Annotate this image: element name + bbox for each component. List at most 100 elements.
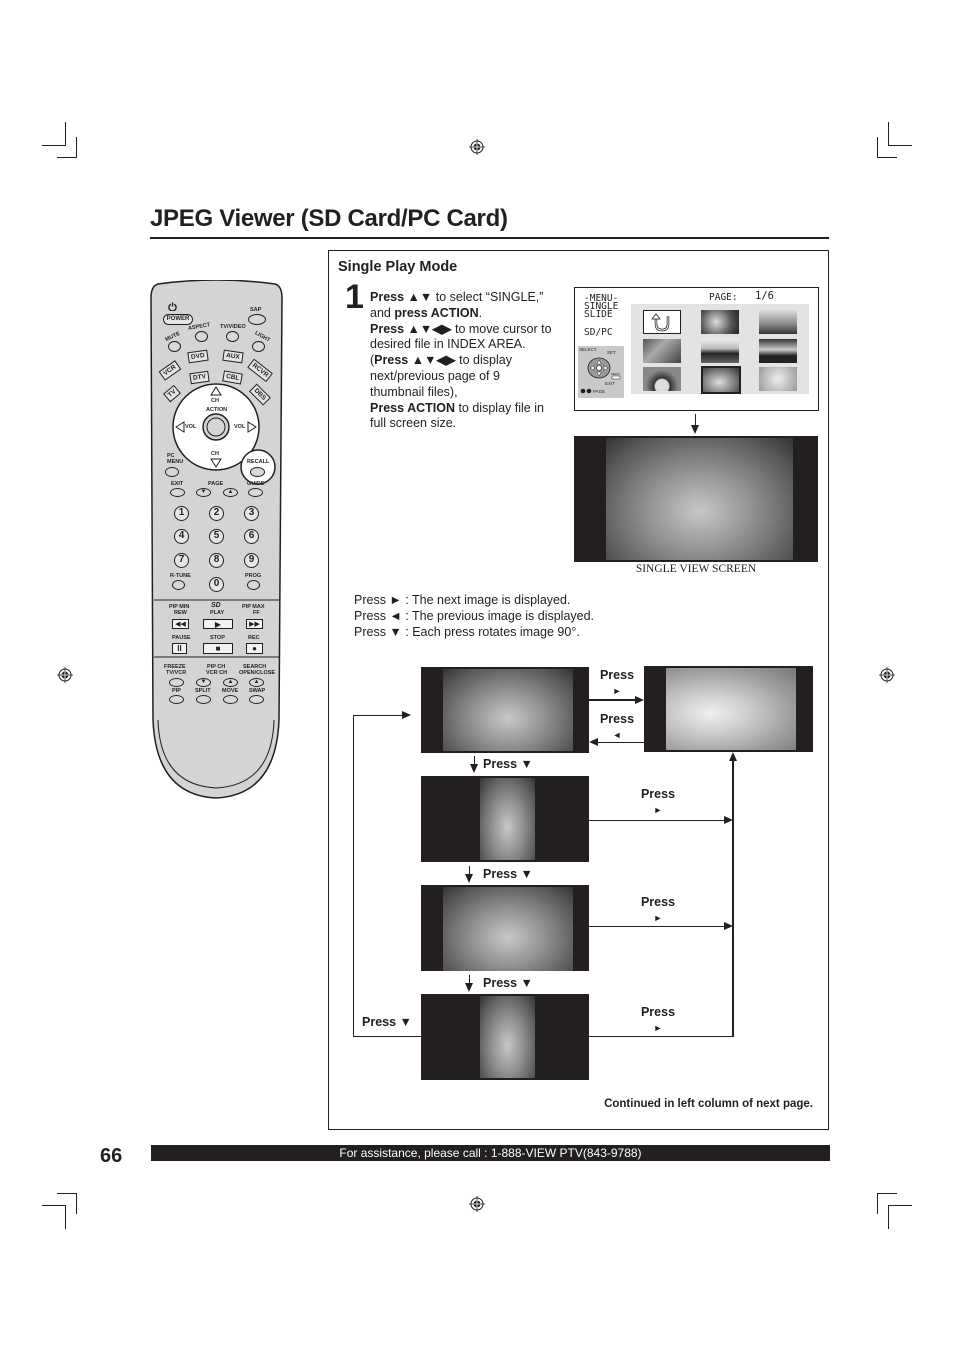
page-down-button[interactable]: ▼ bbox=[196, 488, 211, 497]
ff-button[interactable]: ▶▶ bbox=[246, 619, 263, 629]
legend-row: Press ◄ : The previous image is displaye… bbox=[354, 608, 594, 624]
guide-button[interactable] bbox=[248, 488, 263, 497]
sap-label: SAP bbox=[250, 307, 262, 313]
recall-button[interactable] bbox=[250, 467, 265, 477]
frame-rotation-0 bbox=[421, 667, 589, 753]
rec-button[interactable]: ● bbox=[246, 643, 263, 654]
move-button[interactable] bbox=[223, 695, 238, 704]
pad-select-label: SELECT bbox=[579, 347, 597, 352]
split-button[interactable] bbox=[196, 695, 211, 704]
rew-label: REW bbox=[174, 610, 187, 616]
thumbnail-back-folder[interactable] bbox=[643, 310, 681, 334]
exit-button[interactable] bbox=[170, 488, 185, 497]
page-number: 66 bbox=[100, 1145, 123, 1167]
thumbnail-sea-clouds[interactable] bbox=[759, 310, 797, 334]
single-view-caption: SINGLE VIEW SCREEN bbox=[635, 563, 757, 575]
legend-desc: : Each press rotates image 90°. bbox=[401, 625, 580, 639]
crop-mark-bottom-left-outer bbox=[57, 1193, 77, 1214]
power-symbol-icon bbox=[168, 302, 177, 311]
move-label: MOVE bbox=[222, 688, 239, 694]
digit-button-5[interactable]: 5 bbox=[209, 529, 224, 544]
wine-photo bbox=[666, 668, 796, 750]
thumbnail-people[interactable] bbox=[643, 339, 681, 363]
stop-button[interactable]: ■ bbox=[203, 643, 233, 654]
pip-ch-down-button[interactable]: ▼ bbox=[196, 678, 211, 687]
back-arrow-icon bbox=[651, 313, 670, 332]
open-close-button[interactable]: ▲ bbox=[249, 678, 264, 687]
vcr-ch-label: VCR CH bbox=[206, 670, 228, 676]
thumbnail-ship[interactable] bbox=[701, 339, 739, 363]
title-rule bbox=[150, 237, 829, 239]
tv-video-button[interactable] bbox=[226, 331, 239, 342]
loop-back-line-vertical bbox=[353, 715, 354, 1037]
remote-control-illustration: POWER SAP ASPECT TV/VIDEO MUTE LIGHT VCR… bbox=[150, 280, 283, 800]
thumbnail-bridge[interactable] bbox=[643, 367, 681, 391]
prog-button[interactable] bbox=[247, 580, 260, 590]
pc-menu-button[interactable] bbox=[165, 467, 179, 477]
digit-button-1[interactable]: 1 bbox=[174, 506, 189, 521]
digit-button-2[interactable]: 2 bbox=[209, 506, 224, 521]
light-button[interactable] bbox=[252, 341, 265, 352]
arrow-down-icon bbox=[465, 874, 473, 883]
pip-ch-up-button[interactable]: ▲ bbox=[223, 678, 238, 687]
step-line-1-bold: Press ▲▼ bbox=[370, 290, 433, 304]
thumbnail-flower[interactable] bbox=[701, 310, 739, 334]
prog-label: PROG bbox=[245, 573, 262, 579]
registration-mark-icon bbox=[469, 1196, 485, 1212]
legend-row: Press ▼ : Each press rotates image 90°. bbox=[354, 624, 594, 640]
action-label: ACTION bbox=[206, 407, 228, 413]
next-collector-line bbox=[732, 760, 734, 1037]
rew-button[interactable]: ◀◀ bbox=[172, 619, 189, 629]
frame-rotation-180 bbox=[421, 885, 589, 971]
r-tune-button[interactable] bbox=[172, 580, 185, 590]
swap-button[interactable] bbox=[249, 695, 264, 704]
press-next-label: Press bbox=[599, 668, 635, 682]
digit-button-6[interactable]: 6 bbox=[244, 529, 259, 544]
legend-key: Press ▼ bbox=[354, 625, 402, 639]
arrow-down-icon bbox=[465, 983, 473, 992]
digit-button-8[interactable]: 8 bbox=[209, 553, 224, 568]
thumbnail-sunset[interactable] bbox=[759, 339, 797, 363]
pause-button[interactable]: II bbox=[172, 643, 187, 654]
open-close-label: OPEN/CLOSE bbox=[239, 670, 276, 676]
digit-button-3[interactable]: 3 bbox=[244, 506, 259, 521]
digit-button-0[interactable]: 0 bbox=[209, 577, 224, 592]
next-arrow-line bbox=[589, 820, 725, 821]
power-button[interactable]: POWER bbox=[163, 314, 193, 325]
page-title: JPEG Viewer (SD Card/PC Card) bbox=[150, 205, 508, 232]
step-line-4-bold: Press ▲▼◀▶ bbox=[374, 353, 456, 368]
play-button[interactable]: ▶ bbox=[203, 619, 233, 629]
page-label: PAGE bbox=[208, 481, 224, 487]
pip-button[interactable] bbox=[169, 695, 184, 704]
legend-key: Press ◄ bbox=[354, 609, 402, 623]
pad-menu-label: MENU bbox=[611, 372, 620, 376]
dog-photo bbox=[443, 669, 573, 751]
vol-right-label: VOL bbox=[234, 424, 246, 430]
footer-assistance-bar: For assistance, please call : 1-888-VIEW… bbox=[151, 1145, 830, 1161]
registration-mark-icon bbox=[879, 667, 895, 683]
prev-arrow-icon: ◄ bbox=[612, 730, 622, 740]
step-number: 1 bbox=[345, 278, 364, 316]
vol-left-label: VOL bbox=[185, 424, 197, 430]
sap-button[interactable] bbox=[248, 314, 266, 325]
frame-next-image bbox=[644, 666, 813, 752]
press-down-label: Press ▼ bbox=[483, 976, 533, 990]
digit-button-4[interactable]: 4 bbox=[174, 529, 189, 544]
page-up-button[interactable]: ▲ bbox=[223, 488, 238, 497]
digit-button-9[interactable]: 9 bbox=[244, 553, 259, 568]
arrow-up-icon bbox=[729, 752, 737, 761]
aspect-button[interactable] bbox=[195, 331, 208, 342]
next-arrow-line bbox=[589, 1036, 734, 1037]
next-arrow-icon: ► bbox=[653, 805, 663, 815]
mute-button[interactable] bbox=[168, 341, 181, 352]
guide-label: GUIDE bbox=[247, 481, 265, 487]
freeze-button[interactable] bbox=[169, 678, 184, 687]
step-line-5-bold: Press ACTION bbox=[370, 400, 455, 415]
arrow-down-icon bbox=[470, 764, 478, 773]
step-line-3-bold: Press ▲▼◀▶ bbox=[370, 321, 452, 336]
digit-button-7[interactable]: 7 bbox=[174, 553, 189, 568]
action-button[interactable] bbox=[203, 414, 229, 440]
thumbnail-shell[interactable] bbox=[759, 367, 797, 391]
exit-label: EXIT bbox=[171, 481, 184, 487]
thumbnail-dog-selected[interactable] bbox=[701, 366, 741, 394]
